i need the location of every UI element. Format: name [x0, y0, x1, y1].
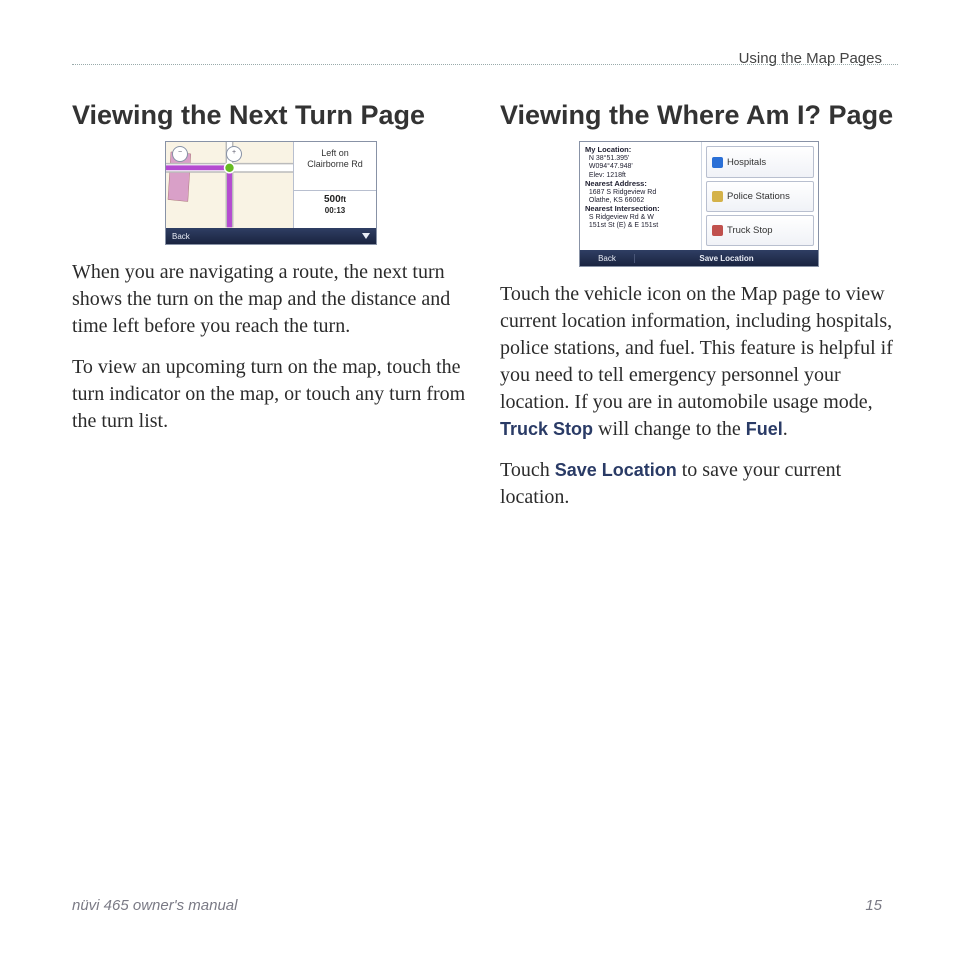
page-footer: nüvi 465 owner's manual 15: [72, 897, 882, 914]
truck-stop-button: Truck Stop: [706, 215, 814, 246]
truck-stop-term: Truck Stop: [500, 419, 593, 439]
police-icon: [712, 191, 723, 202]
right-column: Viewing the Where Am I? Page My Location…: [500, 99, 898, 525]
hospitals-label: Hospitals: [727, 157, 766, 168]
footer-title: nüvi 465 owner's manual: [72, 897, 237, 914]
where-am-i-paragraph-2: Touch Save Location to save your current…: [500, 457, 898, 511]
nearest-intersection-label: Nearest Intersection:: [585, 204, 660, 213]
manual-page: Using the Map Pages Viewing the Next Tur…: [0, 0, 954, 954]
police-label: Police Stations: [727, 191, 790, 202]
p1-text-a: Touch the vehicle icon on the Map page t…: [500, 283, 893, 413]
intersection-line-1: S Ridgeview Rd & W: [589, 214, 654, 221]
truck-stop-label: Truck Stop: [727, 225, 773, 236]
hospitals-button: Hospitals: [706, 146, 814, 177]
next-turn-mini-map: − +: [166, 142, 294, 228]
intersection-line-2: 151st St (E) & E 151st: [589, 222, 658, 229]
longitude-value: W094°47.948': [589, 163, 633, 170]
hospital-icon: [712, 157, 723, 168]
heading-where-am-i: Viewing the Where Am I? Page: [500, 99, 898, 131]
location-info-panel: My Location: N 38°51.395' W094°47.948' E…: [580, 142, 702, 250]
turn-distance-value: 500: [324, 194, 341, 205]
next-turn-screenshot: − + Left on Clairborne Rd 500ft 00:13 Ba…: [165, 141, 377, 245]
turn-instruction: Left on Clairborne Rd: [294, 142, 376, 191]
address-line-1: 1687 S Ridgeview Rd: [589, 189, 656, 196]
turn-distance-unit: ft: [341, 195, 346, 204]
next-turn-paragraph-1: When you are navigating a route, the nex…: [72, 259, 470, 340]
latitude-value: N 38°51.395': [589, 155, 629, 162]
turn-time: 00:13: [325, 206, 345, 215]
p1-text-c: .: [783, 418, 788, 440]
two-column-layout: Viewing the Next Turn Page: [72, 99, 898, 525]
truck-stop-icon: [712, 225, 723, 236]
elevation-value: Elev: 1218ft: [589, 172, 626, 179]
heading-next-turn: Viewing the Next Turn Page: [72, 99, 470, 131]
fuel-term: Fuel: [746, 419, 783, 439]
left-column: Viewing the Next Turn Page: [72, 99, 470, 525]
my-location-label: My Location:: [585, 145, 631, 154]
chevron-down-icon: [362, 233, 370, 239]
p1-text-b: will change to the: [593, 418, 746, 440]
back-button: Back: [172, 232, 190, 241]
police-button: Police Stations: [706, 181, 814, 212]
running-head: Using the Map Pages: [739, 50, 882, 67]
p2-text-a: Touch: [500, 459, 555, 481]
next-turn-paragraph-2: To view an upcoming turn on the map, tou…: [72, 354, 470, 435]
save-location-button: Save Location: [635, 254, 818, 263]
address-line-2: Olathe, KS 66062: [589, 197, 644, 204]
page-number: 15: [865, 897, 882, 914]
turn-distance: 500ft 00:13: [294, 191, 376, 228]
save-location-term: Save Location: [555, 460, 677, 480]
where-am-i-paragraph-1: Touch the vehicle icon on the Map page t…: [500, 281, 898, 443]
nearest-address-label: Nearest Address:: [585, 179, 647, 188]
back-button: Back: [580, 254, 635, 263]
where-am-i-screenshot: My Location: N 38°51.395' W094°47.948' E…: [579, 141, 819, 267]
